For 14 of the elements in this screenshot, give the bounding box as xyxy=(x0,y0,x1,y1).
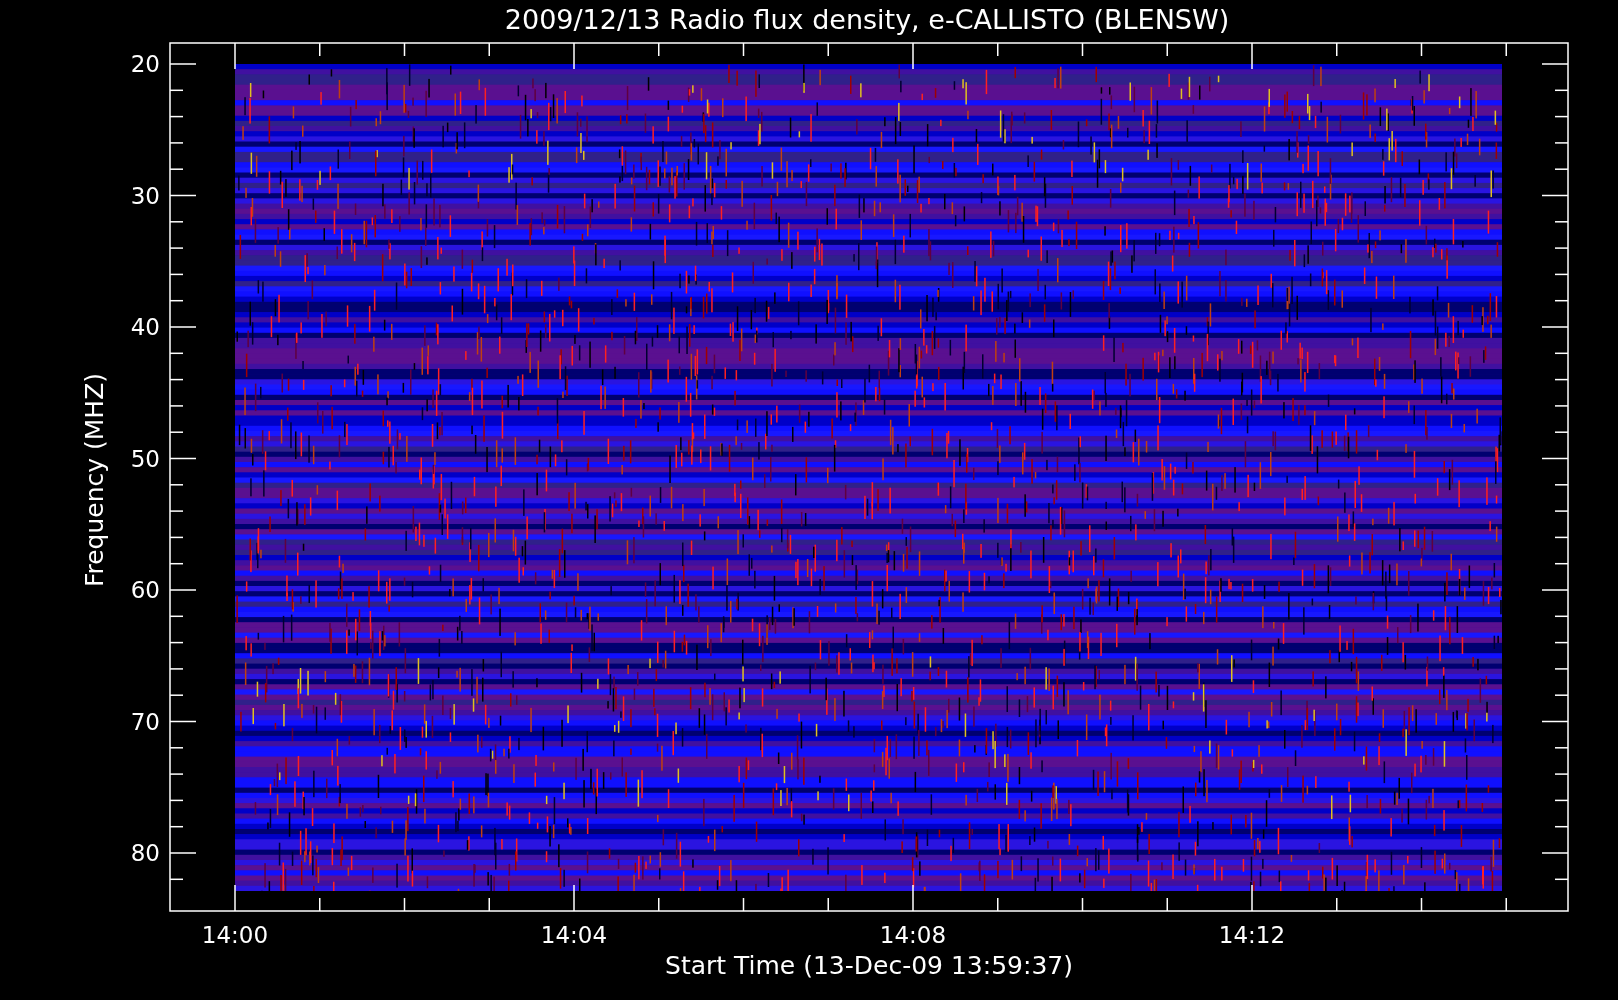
tick-label: 70 xyxy=(130,710,160,733)
axis-label: Start Time (13-Dec-09 13:59:37) xyxy=(665,953,1073,978)
tick-label: 40 xyxy=(130,315,160,339)
tick-label: 14:12 xyxy=(1218,924,1286,947)
tick-label: 20 xyxy=(130,52,160,76)
tick-label: 80 xyxy=(130,841,160,865)
axis-label: Frequency (MHZ) xyxy=(81,372,107,588)
tick-label: 14:08 xyxy=(879,924,947,947)
chart-title: 2009/12/13 Radio flux density, e-CALLISTO (BLENSW) xyxy=(504,6,1230,33)
tick-label: 14:00 xyxy=(201,924,269,947)
tick-label: 14:04 xyxy=(540,924,608,947)
tick-label: 50 xyxy=(130,447,160,470)
tick-label: 60 xyxy=(130,578,160,602)
tick-label: 30 xyxy=(130,184,160,207)
